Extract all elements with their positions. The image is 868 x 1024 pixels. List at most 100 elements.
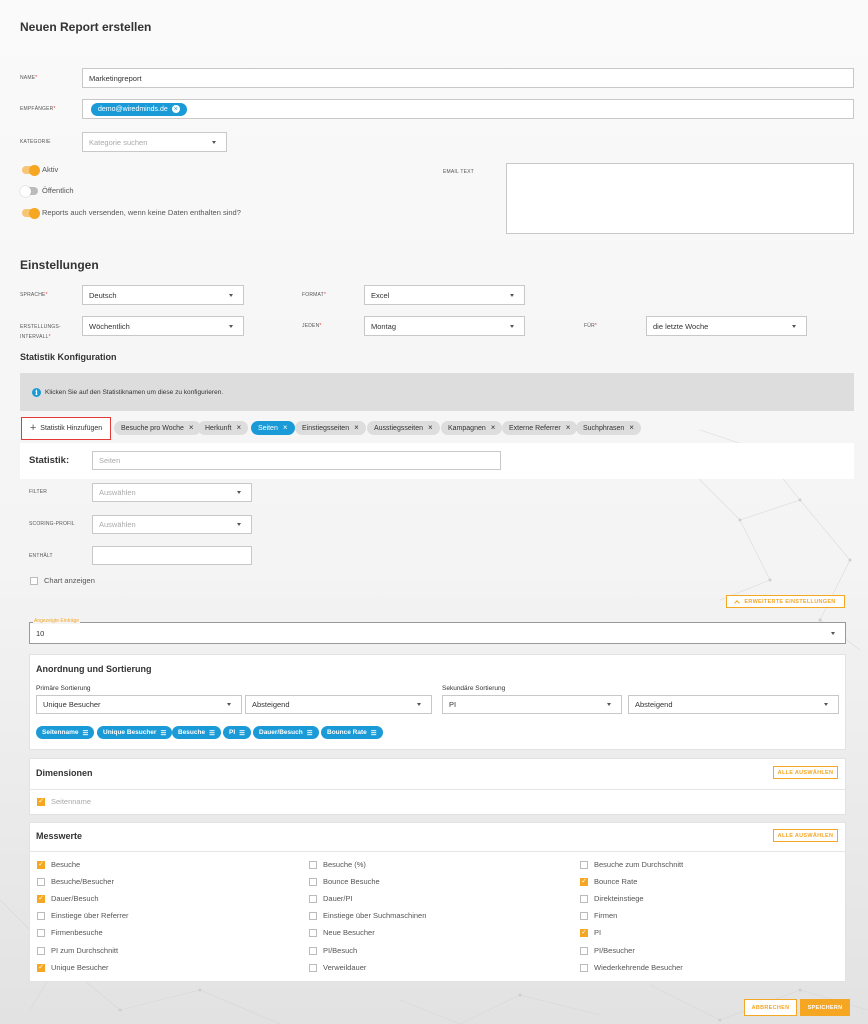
statistic-name-input[interactable]: Seiten — [92, 451, 501, 470]
metric-pi-zum-durchschnitt[interactable]: PI zum Durchschnitt — [37, 946, 118, 955]
metric-bounce-rate[interactable]: ✓ Bounce Rate — [580, 877, 637, 886]
column-chip-seitenname[interactable]: Seitenname ☰ — [36, 726, 95, 739]
metric-firmen[interactable]: Firmen — [580, 911, 617, 920]
checkbox-icon — [580, 894, 588, 903]
contains-label: ENTHÄLT — [29, 553, 53, 559]
recipient-label: EMPFÄNGER* — [20, 106, 56, 112]
column-chip-bounce-rate[interactable]: Bounce Rate ☰ — [321, 726, 383, 739]
checkbox-icon — [37, 946, 45, 955]
format-select[interactable]: Excel — [364, 285, 525, 305]
chevron-down-icon — [831, 631, 835, 635]
save-button[interactable]: Speichern — [800, 999, 850, 1016]
every-select[interactable]: Montag — [364, 316, 525, 336]
every-label: JEDEN* — [302, 323, 322, 329]
send-empty-toggle[interactable] — [22, 207, 40, 219]
tab-besuche-pro-woche[interactable]: Besuche pro Woche × — [114, 421, 201, 435]
metric-besuche-zum-durchschnitt[interactable]: Besuche zum Durchschnitt — [580, 860, 683, 869]
contains-input[interactable] — [92, 546, 252, 565]
remove-chip-icon[interactable]: × — [171, 105, 180, 113]
dimension-seitenname[interactable]: ✓ Seitenname — [37, 797, 91, 806]
metric-besuche-besucher[interactable]: Besuche/Besucher — [37, 877, 114, 886]
metric-pi[interactable]: ✓ PI — [580, 928, 601, 937]
metric-dauer-besuch[interactable]: ✓ Dauer/Besuch — [37, 894, 99, 903]
dimensions-select-all-button[interactable]: Alle auswählen — [773, 766, 838, 779]
entries-select[interactable]: 10 — [29, 622, 846, 644]
checkbox-icon — [309, 911, 317, 920]
close-icon[interactable]: × — [629, 424, 634, 432]
close-icon[interactable]: × — [189, 424, 194, 432]
secondary-sort-select[interactable]: PI — [442, 695, 622, 714]
close-icon[interactable]: × — [283, 424, 288, 432]
primary-order-select[interactable]: Absteigend — [245, 695, 432, 714]
column-chip-besuche[interactable]: Besuche ☰ — [172, 726, 221, 739]
primary-sort-select[interactable]: Unique Besucher — [36, 695, 242, 714]
grip-icon[interactable]: ☰ — [160, 729, 166, 737]
chevron-down-icon — [227, 703, 231, 706]
close-icon[interactable]: × — [566, 424, 571, 432]
grip-icon[interactable]: ☰ — [239, 729, 245, 737]
tab-kampagnen[interactable]: Kampagnen × — [441, 421, 503, 435]
dimensions-title: Dimensionen — [36, 768, 93, 778]
metric-firmenbesuche[interactable]: Firmenbesuche — [37, 928, 103, 937]
close-icon[interactable]: × — [236, 424, 241, 432]
metric-pi-besucher[interactable]: PI/Besucher — [580, 946, 635, 955]
public-toggle[interactable] — [20, 185, 38, 197]
language-select[interactable]: Deutsch — [82, 285, 244, 305]
interval-select[interactable]: Wöchentlich — [82, 316, 244, 336]
tab-herkunft[interactable]: Herkunft × — [198, 421, 249, 435]
metric-direkteinstiege[interactable]: Direkteinstiege — [580, 894, 644, 903]
active-toggle[interactable] — [22, 164, 40, 176]
email-text-area[interactable] — [506, 163, 854, 234]
name-input[interactable]: Marketingreport — [82, 68, 854, 88]
grip-icon[interactable]: ☰ — [307, 729, 313, 737]
checkbox-checked-icon: ✓ — [37, 797, 45, 806]
secondary-order-select[interactable]: Absteigend — [628, 695, 839, 714]
tab-suchphrasen[interactable]: Suchphrasen × — [576, 421, 641, 435]
tab-seiten[interactable]: Seiten × — [251, 421, 295, 435]
checkbox-icon — [580, 860, 588, 869]
close-icon[interactable]: × — [354, 424, 359, 432]
close-icon[interactable]: × — [491, 424, 496, 432]
metric-einstiege-suchmaschinen[interactable]: Einstiege über Suchmaschinen — [309, 911, 426, 920]
metric-unique-besucher[interactable]: ✓ Unique Besucher — [37, 963, 109, 972]
chevron-down-icon — [229, 324, 233, 328]
metrics-select-all-button[interactable]: Alle auswählen — [773, 829, 838, 842]
recipient-chip[interactable]: demo@wiredminds.de × — [91, 102, 187, 116]
name-label: NAME* — [20, 75, 38, 81]
for-select[interactable]: die letzte Woche — [646, 316, 807, 336]
metric-bounce-besuche[interactable]: Bounce Besuche — [309, 877, 380, 886]
tab-ausstiegsseiten[interactable]: Ausstiegsseiten × — [367, 421, 440, 435]
metric-neue-besucher[interactable]: Neue Besucher — [309, 928, 375, 937]
metric-dauer-pi[interactable]: Dauer/PI — [309, 894, 353, 903]
column-chip-pi[interactable]: PI ☰ — [223, 726, 251, 739]
chevron-down-icon — [229, 293, 233, 297]
grip-icon[interactable]: ☰ — [83, 729, 89, 737]
grip-icon[interactable]: ☰ — [209, 729, 215, 737]
dimensions-card — [29, 758, 846, 815]
column-chip-unique-besucher[interactable]: Unique Besucher ☰ — [97, 726, 173, 739]
grip-icon[interactable]: ☰ — [371, 729, 377, 737]
metric-wiederkehrende-besucher[interactable]: Wiederkehrende Besucher — [580, 963, 683, 972]
metric-besuche[interactable]: ✓ Besuche — [37, 860, 80, 869]
advanced-settings-button[interactable]: Erweiterte Einstellungen — [726, 595, 845, 608]
cancel-button[interactable]: Abbrechen — [744, 999, 797, 1016]
for-label: FÜR* — [584, 323, 598, 329]
column-chip-dauer-besuch[interactable]: Dauer/Besuch ☰ — [253, 726, 319, 739]
stat-config-title: Statistik Konfiguration — [20, 352, 117, 362]
chart-checkbox[interactable]: Chart anzeigen — [30, 576, 95, 585]
add-statistic-button[interactable]: + Statistik Hinzufügen — [21, 417, 111, 440]
scoring-select[interactable]: Auswählen — [92, 515, 252, 534]
category-select[interactable]: Kategorie suchen — [82, 132, 227, 152]
statistic-label: Statistik: — [29, 455, 70, 466]
metric-pi-besuch[interactable]: PI/Besuch — [309, 946, 357, 955]
checkbox-icon — [37, 928, 45, 937]
metric-einstiege-referrer[interactable]: Einstiege über Referrer — [37, 911, 129, 920]
metric-verweildauer[interactable]: Verweildauer — [309, 963, 366, 972]
filter-select[interactable]: Auswählen — [92, 483, 252, 502]
chevron-down-icon — [824, 703, 828, 706]
tab-externe-referrer[interactable]: Externe Referrer × — [502, 421, 578, 435]
recipient-input[interactable]: demo@wiredminds.de × — [82, 99, 854, 119]
metric-besuche-prozent[interactable]: Besuche (%) — [309, 860, 366, 869]
tab-einstiegsseiten[interactable]: Einstiegsseiten × — [295, 421, 366, 435]
close-icon[interactable]: × — [428, 424, 433, 432]
